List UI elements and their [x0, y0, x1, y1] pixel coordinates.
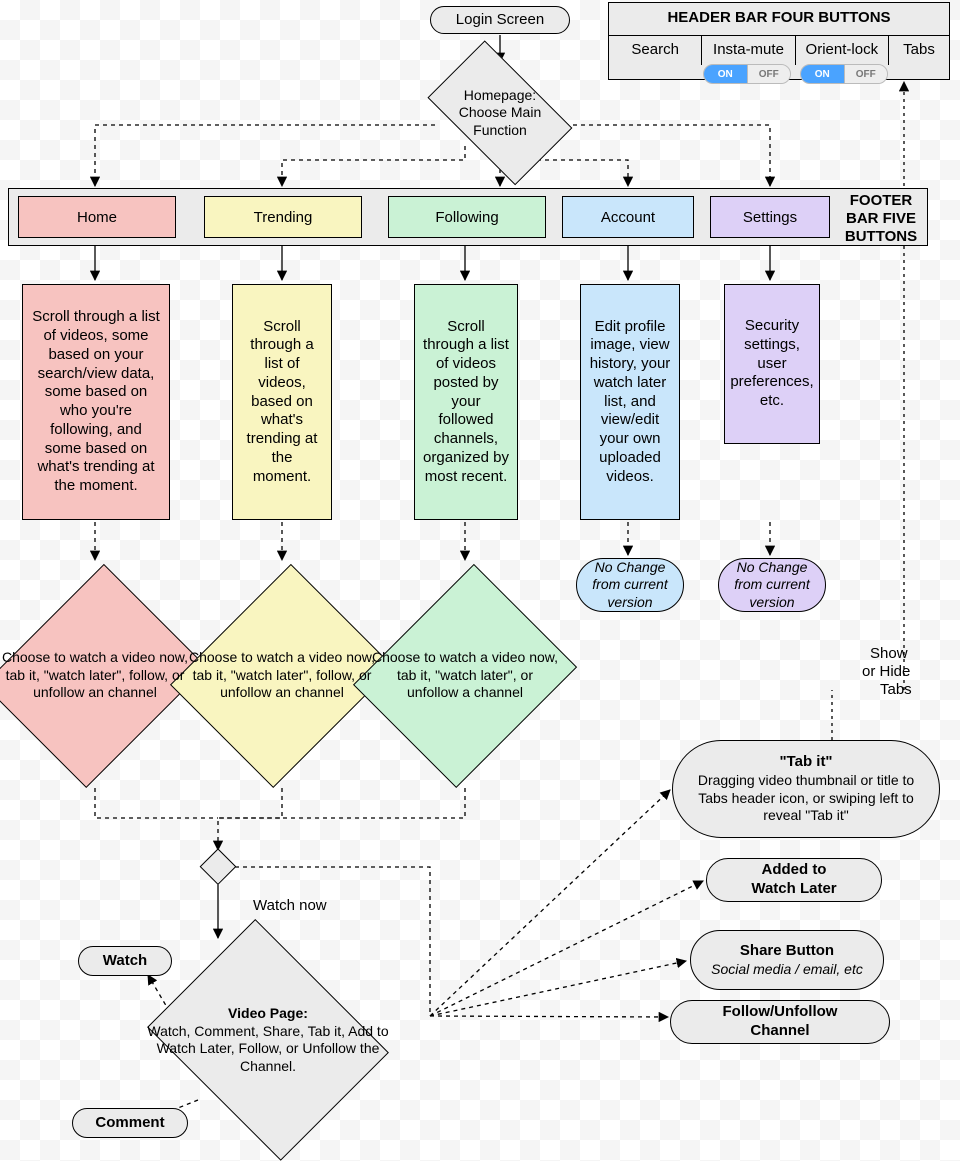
action-added[interactable]: Added to Watch Later	[706, 858, 882, 902]
footer-label: FOOTERBAR FIVEBUTTONS	[838, 192, 924, 246]
tab-account[interactable]: Account	[562, 196, 694, 238]
action-tabit[interactable]: "Tab it" Dragging video thumbnail or tit…	[672, 740, 940, 838]
choose-home: Choose to watch a video now, tab it, "wa…	[0, 558, 195, 793]
desc-home: Scroll through a list of videos, some ba…	[22, 284, 170, 520]
nochange-settings: No Change from current version	[718, 558, 826, 612]
choose-trending: Choose to watch a video now, tab it, "wa…	[182, 558, 382, 793]
desc-account: Edit profile image, view history, your w…	[580, 284, 680, 520]
hdr-orientlock[interactable]: Orient-lock	[796, 35, 889, 65]
tab-home[interactable]: Home	[18, 196, 176, 238]
toggle-orientlock[interactable]: ONOFF	[800, 64, 888, 84]
nochange-account: No Change from current version	[576, 558, 684, 612]
toggle-instamute[interactable]: ONOFF	[703, 64, 791, 84]
node-login: Login Screen	[430, 6, 570, 34]
tab-following[interactable]: Following	[388, 196, 546, 238]
action-comment[interactable]: Comment	[72, 1108, 188, 1138]
action-watch[interactable]: Watch	[78, 946, 172, 976]
header-title: HEADER BAR FOUR BUTTONS	[609, 9, 949, 28]
desc-trending: Scroll through a list of videos, based o…	[232, 284, 332, 520]
action-share[interactable]: Share Button Social media / email, etc	[690, 930, 884, 990]
desc-following: Scroll through a list of videos posted b…	[414, 284, 518, 520]
node-homepage: Homepage: Choose Main Function	[415, 58, 585, 168]
converge	[201, 850, 235, 884]
tab-trending[interactable]: Trending	[204, 196, 362, 238]
action-follow[interactable]: Follow/Unfollow Channel	[670, 1000, 890, 1044]
svg-text:Showor HideTabs: Showor HideTabs	[862, 645, 912, 698]
hdr-instamute[interactable]: Insta-mute	[702, 35, 795, 65]
desc-settings: Security settings, user preferences, etc…	[724, 284, 820, 444]
tab-settings[interactable]: Settings	[710, 196, 830, 238]
hdr-tabs[interactable]: Tabs	[889, 35, 949, 65]
hdr-search[interactable]: Search	[609, 35, 702, 65]
svg-text:Watch now: Watch now	[253, 897, 327, 914]
choose-following: Choose to watch a video now, tab it, "wa…	[365, 558, 565, 793]
